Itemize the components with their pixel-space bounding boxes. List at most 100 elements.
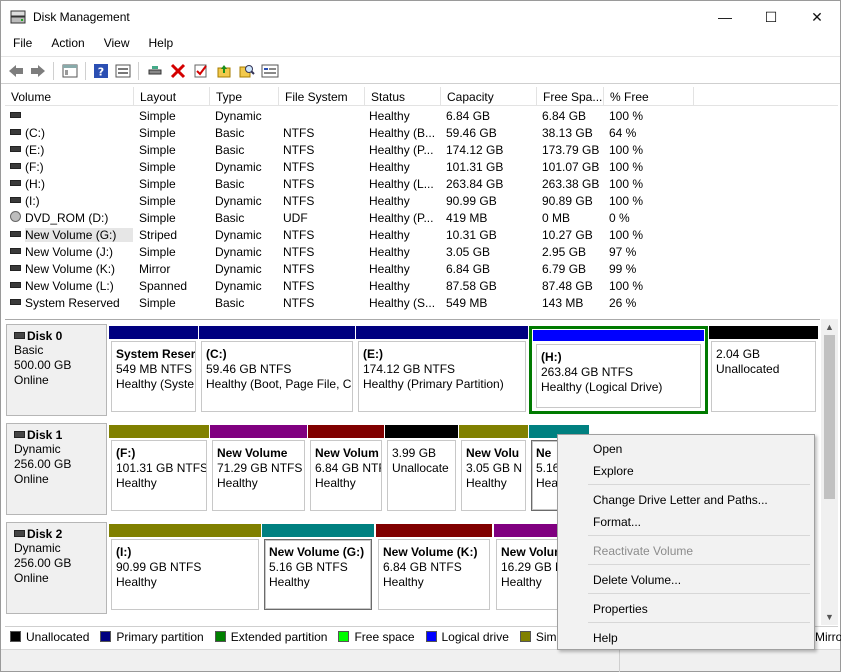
partition-block[interactable]: New Volume (G:) 5.16 GB NTFS Healthy	[262, 524, 374, 612]
disk-row: Disk 0 Basic 500.00 GB Online System Res…	[5, 320, 820, 416]
table-row[interactable]: New Volume (L:) Spanned Dynamic NTFS Healthy…	[5, 277, 838, 294]
partition-color-bar	[109, 425, 209, 438]
disk-name: Disk 1	[27, 428, 63, 442]
status-divider	[619, 650, 620, 672]
volume-drive-icon	[10, 129, 21, 135]
partition-body: New Volume (K:) 6.84 GB NTFS Healthy	[378, 539, 490, 610]
folder-up-icon[interactable]	[215, 62, 233, 80]
disk-label[interactable]: Disk 0 Basic 500.00 GB Online	[6, 324, 107, 416]
help-icon[interactable]: ?	[92, 62, 110, 80]
minimize-button[interactable]: —	[702, 1, 748, 33]
menu-help[interactable]: Help	[137, 33, 181, 55]
maximize-button[interactable]: ☐	[748, 1, 794, 33]
cell-capacity: 90.99 GB	[446, 194, 497, 208]
table-row[interactable]: DVD_ROM (D:) Simple Basic UDF Healthy (P... 4…	[5, 209, 838, 226]
graphical-view-scrollbar[interactable]: ▲ ▼	[821, 319, 838, 625]
partition-block[interactable]: (I:) 90.99 GB NTFS Healthy	[109, 524, 261, 612]
scroll-up-icon[interactable]: ▲	[821, 319, 838, 335]
table-row[interactable]: (H:) Simple Basic NTFS Healthy (L... 263.84 G…	[5, 175, 838, 192]
cell-layout: Simple	[139, 126, 176, 140]
cell-status: Healthy	[369, 194, 410, 208]
partition-status: Healthy (Boot, Page File, C	[206, 377, 352, 391]
menu-explore[interactable]: Explore	[559, 460, 813, 480]
column-capacity[interactable]: Capacity	[441, 87, 537, 106]
minimize-icon: —	[718, 9, 732, 25]
menu-properties[interactable]: Properties	[559, 598, 813, 618]
partition-block[interactable]: New Volume (K:) 6.84 GB NTFS Healthy	[376, 524, 492, 612]
menu-action[interactable]: Action	[39, 33, 91, 55]
partition-block[interactable]: New Volume 71.29 GB NTFS Healthy	[210, 425, 307, 513]
partition-block[interactable]: 2.04 GB Unallocated	[709, 326, 818, 414]
partition-block[interactable]: (E:) 174.12 GB NTFS Healthy (Primary Par…	[356, 326, 528, 414]
partition-block-selected[interactable]: (H:) 263.84 GB NTFS Healthy (Logical Dri…	[529, 326, 708, 414]
partition-block[interactable]: New Volum 16.29 GB N Healthy	[494, 524, 564, 612]
partition-block[interactable]: (C:) 59.46 GB NTFS Healthy (Boot, Page F…	[199, 326, 355, 414]
settings-icon[interactable]	[261, 62, 279, 80]
disk-type: Basic	[14, 343, 44, 357]
cell-layout: Simple	[139, 211, 176, 225]
partition-block[interactable]: New Volu 3.05 GB N Healthy	[459, 425, 528, 513]
properties-pane-icon[interactable]	[61, 62, 79, 80]
menu-format[interactable]: Format...	[559, 511, 813, 531]
cell-capacity: 10.31 GB	[446, 228, 497, 242]
column-status[interactable]: Status	[365, 87, 441, 106]
disk-label[interactable]: Disk 1 Dynamic 256.00 GB Online	[6, 423, 107, 515]
table-row[interactable]: Simple Dynamic Healthy 6.84 GB 6.84 GB 100 %	[5, 107, 838, 124]
table-row[interactable]: System Reserved Simple Basic NTFS Healthy (S…	[5, 294, 838, 311]
menu-change-drive-letter[interactable]: Change Drive Letter and Paths...	[559, 489, 813, 509]
cell-capacity: 6.84 GB	[446, 262, 491, 276]
menu-view[interactable]: View	[92, 33, 137, 55]
partition-color-bar	[709, 326, 818, 339]
cell-free-space: 173.79 GB	[542, 143, 600, 157]
table-row[interactable]: (C:) Simple Basic NTFS Healthy (B... 59.46 GB…	[5, 124, 838, 141]
column-free-space[interactable]: Free Spa...	[537, 87, 604, 106]
partition-body: 2.04 GB Unallocated	[711, 341, 816, 412]
partition-block[interactable]: 3.99 GB Unallocate	[385, 425, 458, 513]
menu-open[interactable]: Open	[559, 438, 813, 458]
back-icon[interactable]	[7, 62, 25, 80]
column-layout[interactable]: Layout	[134, 87, 210, 106]
column-type[interactable]: Type	[210, 87, 279, 106]
table-row[interactable]: (F:) Simple Dynamic NTFS Healthy 101.31 GB 101…	[5, 158, 838, 175]
legend-item: Logical drive	[425, 630, 509, 644]
column-percent-free[interactable]: % Free	[604, 87, 694, 106]
search-icon[interactable]	[238, 62, 256, 80]
cell-status: Healthy	[369, 279, 410, 293]
table-row[interactable]: New Volume (G:) Striped Dynamic NTFS Healthy…	[5, 226, 838, 243]
scroll-down-icon[interactable]: ▼	[821, 609, 838, 625]
forward-icon[interactable]	[29, 62, 47, 80]
cell-type: Basic	[215, 143, 245, 157]
partition-body: 3.99 GB Unallocate	[387, 440, 456, 511]
table-row[interactable]: (I:) Simple Dynamic NTFS Healthy 90.99 GB 90.8…	[5, 192, 838, 209]
cell-volume: DVD_ROM (D:)	[25, 211, 109, 225]
cell-layout: Simple	[139, 177, 176, 191]
cell-capacity: 101.31 GB	[446, 160, 504, 174]
menu-file[interactable]: File	[1, 33, 39, 55]
partition-name: System Reser	[116, 347, 196, 361]
check-icon[interactable]	[192, 62, 210, 80]
table-row[interactable]: New Volume (J:) Simple Dynamic NTFS Healthy 3…	[5, 243, 838, 260]
menu-help-item[interactable]: Help	[559, 627, 813, 647]
column-volume[interactable]: Volume	[5, 87, 134, 106]
partition-block[interactable]: System Reser 549 MB NTFS Healthy (Syste	[109, 326, 198, 414]
partition-body: New Volum 6.84 GB NTF Healthy	[310, 440, 382, 511]
disk-label[interactable]: Disk 2 Dynamic 256.00 GB Online	[6, 522, 107, 614]
console-icon[interactable]	[114, 62, 132, 80]
cell-volume: New Volume (L:)	[25, 279, 114, 293]
delete-icon[interactable]	[169, 62, 187, 80]
table-row[interactable]: (E:) Simple Basic NTFS Healthy (P... 174.12 G…	[5, 141, 838, 158]
cell-type: Dynamic	[215, 160, 262, 174]
cell-status: Healthy (P...	[369, 211, 434, 225]
legend-item: Extended partition	[214, 630, 327, 644]
connect-icon[interactable]	[146, 62, 164, 80]
partition-block[interactable]: (F:) 101.31 GB NTFS Healthy	[109, 425, 209, 513]
toolbar-separator	[53, 62, 54, 80]
table-row[interactable]: New Volume (K:) Mirror Dynamic NTFS Healthy 6…	[5, 260, 838, 277]
column-file-system[interactable]: File System	[279, 87, 365, 106]
cell-file-system: NTFS	[283, 228, 315, 242]
partition-color-bar	[210, 425, 307, 438]
partition-block[interactable]: New Volum 6.84 GB NTF Healthy	[308, 425, 384, 513]
close-button[interactable]: ✕	[794, 1, 840, 33]
scrollbar-thumb[interactable]	[824, 335, 835, 499]
menu-delete-volume[interactable]: Delete Volume...	[559, 569, 813, 589]
